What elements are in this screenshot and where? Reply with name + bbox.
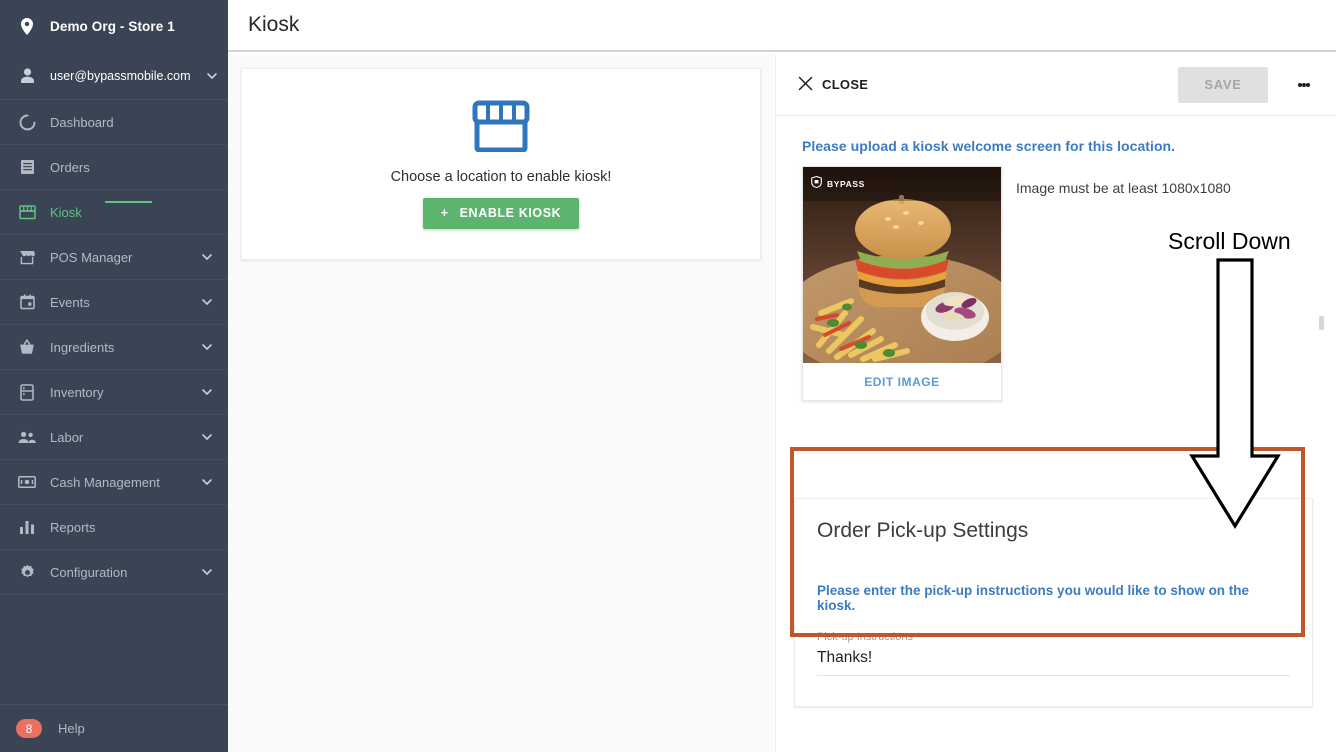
people-icon: [18, 428, 36, 446]
kiosk-list-pane: Choose a location to enable kiosk! + ENA…: [228, 54, 775, 752]
close-icon: [798, 76, 813, 94]
pickup-instructions-note: Please enter the pick-up instructions yo…: [817, 583, 1250, 613]
workspace: Choose a location to enable kiosk! + ENA…: [228, 54, 1336, 752]
app-root: Demo Org - Store 1 user@bypassmobile.com…: [0, 0, 1336, 752]
user-selector[interactable]: user@bypassmobile.com: [0, 52, 228, 100]
chevron-down-icon[interactable]: [200, 475, 214, 489]
basket-icon: [18, 338, 36, 356]
enable-kiosk-button[interactable]: + ENABLE KIOSK: [422, 197, 580, 229]
chevron-down-icon[interactable]: [205, 69, 219, 83]
active-indicator: [105, 201, 152, 203]
location-pin-icon: [18, 17, 36, 35]
kiosk-empty-state-card: Choose a location to enable kiosk! + ENA…: [241, 68, 761, 260]
sidebar-item-label: Labor: [50, 429, 84, 445]
top-header-bar: Kiosk: [228, 0, 1336, 52]
pos-manager-icon: [18, 248, 36, 266]
cash-icon: [18, 473, 36, 491]
help-label: Help: [58, 721, 85, 736]
chevron-down-icon[interactable]: [200, 430, 214, 444]
sidebar-item-label: Events: [50, 294, 90, 310]
shield-icon: [811, 175, 822, 193]
chevron-down-icon[interactable]: [200, 385, 214, 399]
sidebar-nav: Dashboard Orders Kiosk POS Manager Event…: [0, 100, 228, 704]
plus-icon: +: [440, 206, 449, 220]
pickup-instructions-field[interactable]: Pick-up Instructions * Thanks!: [817, 631, 1290, 676]
user-email-label: user@bypassmobile.com: [50, 68, 191, 83]
sidebar-item-label: Reports: [50, 519, 96, 535]
sidebar-item-labor[interactable]: Labor: [0, 415, 228, 460]
dashboard-icon: [18, 113, 36, 131]
person-icon: [18, 67, 36, 85]
close-label: CLOSE: [822, 77, 869, 92]
sidebar-item-help[interactable]: 8 Help: [0, 704, 228, 752]
org-label: Demo Org - Store 1: [50, 18, 175, 34]
sidebar-item-label: Inventory: [50, 384, 104, 400]
inventory-icon: [18, 383, 36, 401]
orders-icon: [18, 158, 36, 176]
gear-icon: [18, 563, 36, 581]
detail-panel-toolbar: CLOSE SAVE: [776, 54, 1336, 116]
bypass-watermark: BYPASS: [811, 175, 865, 193]
sidebar-item-inventory[interactable]: Inventory: [0, 370, 228, 415]
pane-divider: [773, 54, 775, 752]
welcome-image-card: BYPASS EDIT IMAGE: [802, 166, 1002, 401]
storefront-icon: [472, 100, 530, 157]
welcome-image-thumbnail: BYPASS: [803, 167, 1001, 363]
bypass-watermark-text: BYPASS: [827, 179, 865, 189]
sidebar-item-label: Dashboard: [50, 114, 114, 130]
chevron-down-icon[interactable]: [200, 250, 214, 264]
page-title: Kiosk: [248, 13, 300, 36]
sidebar-item-ingredients[interactable]: Ingredients: [0, 325, 228, 370]
sidebar-item-label: POS Manager: [50, 249, 133, 265]
sidebar-item-pos-manager[interactable]: POS Manager: [0, 235, 228, 280]
edit-image-button[interactable]: EDIT IMAGE: [803, 363, 1001, 400]
bar-chart-icon: [18, 518, 36, 536]
help-badge: 8: [16, 719, 42, 738]
sidebar-item-events[interactable]: Events: [0, 280, 228, 325]
sidebar-item-dashboard[interactable]: Dashboard: [0, 100, 228, 145]
pickup-instructions-label: Pick-up Instructions *: [817, 631, 921, 643]
sidebar-item-cash-management[interactable]: Cash Management: [0, 460, 228, 505]
sidebar-item-reports[interactable]: Reports: [0, 505, 228, 550]
panel-scrollbar[interactable]: [1319, 316, 1324, 330]
kebab-menu-icon[interactable]: [1290, 71, 1318, 99]
close-button[interactable]: CLOSE: [798, 76, 868, 94]
sidebar-item-label: Cash Management: [50, 474, 160, 490]
sidebar-item-kiosk[interactable]: Kiosk: [0, 190, 228, 235]
kiosk-store-icon: [18, 203, 36, 221]
sidebar-item-orders[interactable]: Orders: [0, 145, 228, 190]
down-arrow-outline-icon: [1185, 258, 1285, 535]
chevron-down-icon[interactable]: [200, 565, 214, 579]
upload-welcome-note: Please upload a kiosk welcome screen for…: [802, 138, 1176, 154]
empty-state-message: Choose a location to enable kiosk!: [390, 168, 612, 185]
sidebar: Demo Org - Store 1 user@bypassmobile.com…: [0, 0, 228, 752]
pickup-instructions-input[interactable]: Thanks!: [817, 643, 1290, 676]
calendar-icon: [18, 293, 36, 311]
enable-kiosk-label: ENABLE KIOSK: [459, 206, 562, 220]
sidebar-item-label: Kiosk: [50, 204, 82, 220]
save-button[interactable]: SAVE: [1178, 66, 1268, 103]
annotation-label: Scroll Down: [1168, 228, 1291, 254]
sidebar-item-label: Ingredients: [50, 339, 115, 355]
chevron-down-icon[interactable]: [200, 295, 214, 309]
chevron-down-icon[interactable]: [200, 340, 214, 354]
sidebar-item-label: Configuration: [50, 564, 128, 580]
org-selector[interactable]: Demo Org - Store 1: [0, 0, 228, 52]
sidebar-item-label: Orders: [50, 159, 90, 175]
sidebar-item-configuration[interactable]: Configuration: [0, 550, 228, 595]
